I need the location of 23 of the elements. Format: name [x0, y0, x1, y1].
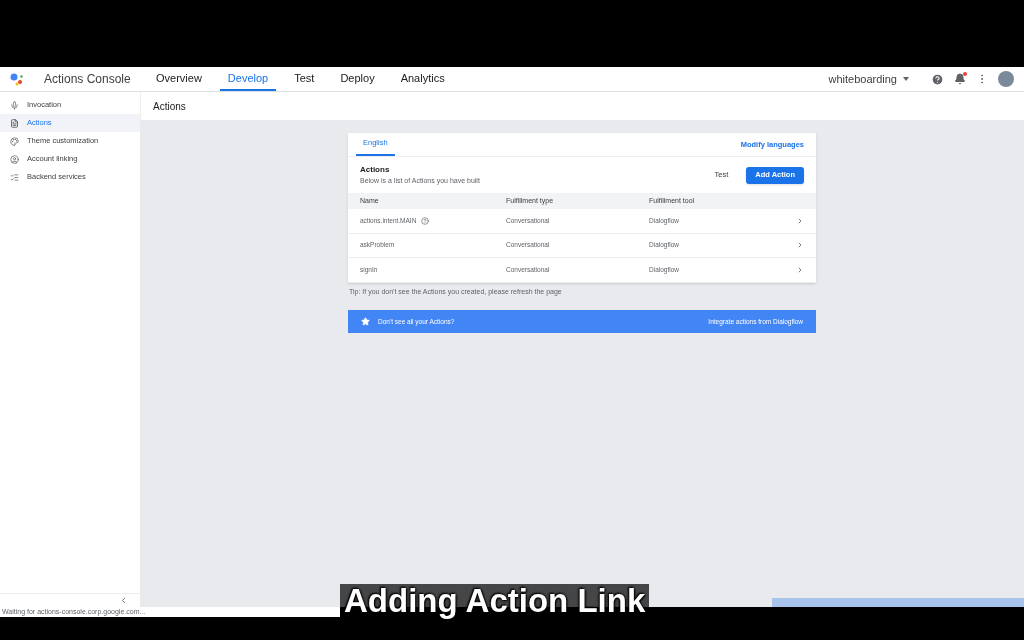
- collapse-icon[interactable]: [119, 596, 128, 605]
- assistant-logo-icon: [10, 72, 24, 86]
- chevron-right-icon[interactable]: [796, 216, 804, 225]
- microphone-icon: [10, 100, 19, 110]
- project-dropdown[interactable]: whiteboarding: [828, 70, 909, 88]
- nav-tab[interactable]: Test: [286, 67, 323, 91]
- nav-tab[interactable]: Deploy: [332, 67, 383, 91]
- avatar[interactable]: [998, 71, 1014, 87]
- video-caption: Adding Action Link: [340, 584, 650, 617]
- nav-tab[interactable]: Analytics: [392, 67, 453, 91]
- page-title: Actions: [153, 99, 186, 114]
- help-icon[interactable]: [421, 216, 430, 225]
- chevron-right-icon[interactable]: [796, 241, 804, 250]
- document-icon: [10, 118, 19, 128]
- account-icon: [10, 154, 19, 164]
- chevron-right-icon[interactable]: [796, 265, 804, 274]
- notification-bell[interactable]: [954, 73, 966, 85]
- star-icon: [361, 317, 370, 326]
- app-title: Actions Console: [44, 71, 132, 88]
- palette-icon: [10, 136, 19, 146]
- section-heading: Actions: [360, 163, 391, 176]
- nav-tab[interactable]: Overview: [148, 67, 210, 91]
- list-icon: [10, 172, 19, 182]
